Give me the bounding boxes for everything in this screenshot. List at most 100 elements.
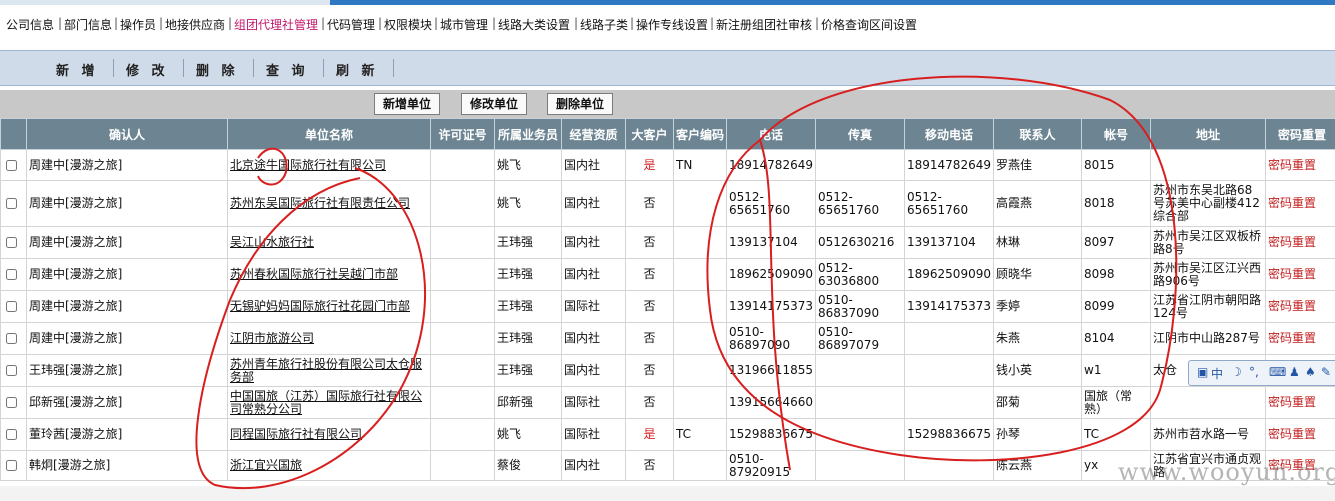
ime-mode-icon[interactable]: ▣	[1197, 365, 1208, 379]
column-header[interactable]: 密码重置	[1265, 118, 1335, 150]
password-reset-link[interactable]: 密码重置	[1268, 299, 1316, 313]
nav-item[interactable]: 组团代理社管理	[234, 16, 318, 33]
nav-item[interactable]: 代码管理	[327, 16, 375, 33]
table-row[interactable]: 周建中[漫游之旅] 苏州春秋国际旅行社吴越门市部 王玮强 国内社 否 1896250909…	[0, 258, 1335, 291]
unit-name-link[interactable]: 苏州东吴国际旅行社有限责任公司	[230, 196, 410, 210]
moon-icon[interactable]: ☽	[1231, 365, 1242, 379]
unit-name-link[interactable]: 苏州青年旅行社股份有限公司太仓服务部	[230, 357, 422, 384]
password-reset-link[interactable]: 密码重置	[1268, 196, 1316, 210]
unit-name-link[interactable]: 无锡驴妈妈国际旅行社花园门市部	[230, 299, 410, 313]
unit-name-link[interactable]: 同程国际旅行社有限公司	[230, 427, 362, 441]
add-button[interactable]: 新 增	[56, 60, 99, 79]
unit-name-link[interactable]: 中国国旅（江苏）国际旅行社有限公司常熟分公司	[230, 389, 422, 416]
table-row[interactable]: 周建中[漫游之旅] 苏州东吴国际旅行社有限责任公司 姚飞 国内社 否 0512-65651…	[0, 180, 1335, 227]
delete-button[interactable]: 删 除	[196, 60, 239, 79]
cell-salesman: 姚飞	[494, 149, 562, 181]
punctuation-icon[interactable]: °,	[1249, 365, 1259, 379]
column-header[interactable]: 许可证号	[430, 118, 495, 150]
contact-text: 朱燕	[996, 331, 1021, 345]
cell-qualification: 国际社	[561, 418, 626, 451]
nav-item[interactable]: 新注册组团社审核	[716, 16, 812, 33]
cell-license	[430, 290, 495, 323]
nav-item[interactable]: 部门信息	[64, 16, 112, 33]
unit-name-link[interactable]: 浙江宜兴国旅	[230, 458, 302, 472]
row-checkbox[interactable]	[6, 269, 17, 280]
password-reset-link[interactable]: 密码重置	[1268, 235, 1316, 249]
footer-strip	[0, 486, 1335, 501]
unit-name-link[interactable]: 北京途牛国际旅行社有限公司	[230, 158, 386, 172]
nav-item[interactable]: 城市管理	[440, 16, 488, 33]
table-row[interactable]: 周建中[漫游之旅] 北京途牛国际旅行社有限公司 姚飞 国内社 是 TN 1891478264…	[0, 149, 1335, 181]
table-row[interactable]: 王玮强[漫游之旅] 苏州青年旅行社股份有限公司太仓服务部 王玮强 国内社 否 131966…	[0, 354, 1335, 387]
row-checkbox[interactable]	[6, 198, 17, 209]
table-row[interactable]: 周建中[漫游之旅] 吴江山水旅行社 王玮强 国内社 否 139137104 05126302…	[0, 226, 1335, 259]
column-header[interactable]: 单位名称	[227, 118, 431, 150]
row-checkbox[interactable]	[6, 159, 17, 171]
nav-item[interactable]: 权限模块	[384, 16, 432, 33]
column-header[interactable]: 经营资质	[561, 118, 626, 150]
password-reset-link[interactable]: 密码重置	[1268, 267, 1316, 281]
row-checkbox[interactable]	[6, 397, 17, 408]
unit-name-link[interactable]: 苏州春秋国际旅行社吴越门市部	[230, 267, 398, 281]
delete-unit-button[interactable]: 删除单位	[547, 93, 614, 115]
table-body: 周建中[漫游之旅] 北京途牛国际旅行社有限公司 姚飞 国内社是 TN 1891478264…	[0, 149, 1335, 481]
nav-item[interactable]: 线路子类	[580, 16, 628, 33]
row-checkbox[interactable]	[6, 237, 17, 248]
column-header[interactable]: 移动电话	[904, 118, 994, 150]
column-header[interactable]: 电话	[726, 118, 816, 150]
add-unit-button[interactable]: 新增单位	[374, 93, 441, 115]
nav-item[interactable]: 线路大类设置	[498, 16, 570, 33]
table-row[interactable]: 邱新强[漫游之旅] 中国国旅（江苏）国际旅行社有限公司常熟分公司 邱新强 国际社 否 13…	[0, 386, 1335, 419]
row-checkbox[interactable]	[6, 333, 17, 344]
column-header[interactable]: 所属业务员	[494, 118, 562, 150]
edit-button[interactable]: 修 改	[126, 60, 169, 79]
password-reset-link[interactable]: 密码重置	[1268, 395, 1316, 409]
column-header[interactable]: 确认人	[26, 118, 228, 150]
query-button[interactable]: 查 询	[266, 60, 309, 79]
toolbar-divider	[393, 59, 394, 77]
column-header[interactable]: 客户编码	[673, 118, 727, 150]
column-header[interactable]: 大客户	[625, 118, 674, 150]
nav-item[interactable]: 操作员	[120, 16, 156, 33]
table-row[interactable]: 周建中[漫游之旅] 无锡驴妈妈国际旅行社花园门市部 王玮强 国际社 否 139141753…	[0, 290, 1335, 323]
keyboard-icon[interactable]: ⌨	[1269, 365, 1286, 379]
password-reset-link[interactable]: 密码重置	[1268, 427, 1316, 441]
ime-toolbar[interactable]: ▣ 中 ☽ °, ⌨ ♟ ♠ ✎	[1188, 360, 1335, 386]
nav-item[interactable]: 操作专线设置	[636, 16, 708, 33]
ime-chinese-label[interactable]: 中	[1211, 365, 1223, 382]
cell-unit: 北京途牛国际旅行社有限公司	[227, 149, 431, 181]
column-header[interactable]: 地址	[1150, 118, 1266, 150]
row-checkbox[interactable]	[6, 365, 17, 376]
refresh-button[interactable]: 刷 新	[336, 60, 379, 79]
column-header[interactable]: 帐号	[1081, 118, 1151, 150]
nav-item[interactable]: 价格查询区间设置	[821, 16, 917, 33]
row-select-cell	[0, 450, 27, 481]
column-header[interactable]: 传真	[815, 118, 905, 150]
row-checkbox[interactable]	[6, 429, 17, 440]
nav-item[interactable]: 地接供应商	[165, 16, 225, 33]
cell-unit: 无锡驴妈妈国际旅行社花园门市部	[227, 290, 431, 323]
unit-name-link[interactable]: 江阴市旅游公司	[230, 331, 314, 345]
user-icon[interactable]: ♟	[1289, 365, 1300, 379]
cell-salesman: 王玮强	[494, 322, 562, 355]
table-header-row: 确认人 单位名称 许可证号 所属业务员 经营资质 大客户 客户编码 电话 传真 移动电话 联系人 帐号…	[0, 118, 1335, 150]
table-row[interactable]: 董玲茜[漫游之旅] 同程国际旅行社有限公司 姚飞 国际社 是 TC 15298836675 1…	[0, 418, 1335, 451]
address-text: 太仓	[1153, 363, 1178, 377]
password-reset-link[interactable]: 密码重置	[1268, 158, 1316, 172]
vip-flag: 否	[643, 267, 656, 281]
table-row[interactable]: 周建中[漫游之旅] 江阴市旅游公司 王玮强 国内社 否 0510-86897090 0510…	[0, 322, 1335, 355]
edit-unit-button[interactable]: 修改单位	[461, 93, 528, 115]
nav-item[interactable]: 公司信息	[6, 16, 54, 33]
cell-mobile: 15298836675	[904, 418, 994, 451]
skin-icon[interactable]: ♠	[1305, 365, 1316, 379]
row-checkbox[interactable]	[6, 301, 17, 312]
column-header[interactable]: 联系人	[993, 118, 1082, 150]
password-reset-link[interactable]: 密码重置	[1268, 331, 1316, 345]
cell-contact: 罗燕佳	[993, 149, 1082, 181]
cell-code	[673, 354, 727, 387]
cell-confirmer: 董玲茜[漫游之旅]	[26, 418, 228, 451]
unit-name-link[interactable]: 吴江山水旅行社	[230, 235, 314, 249]
row-checkbox[interactable]	[6, 460, 17, 471]
wrench-icon[interactable]: ✎	[1321, 365, 1331, 379]
cell-phone: 13915664660	[726, 386, 816, 419]
